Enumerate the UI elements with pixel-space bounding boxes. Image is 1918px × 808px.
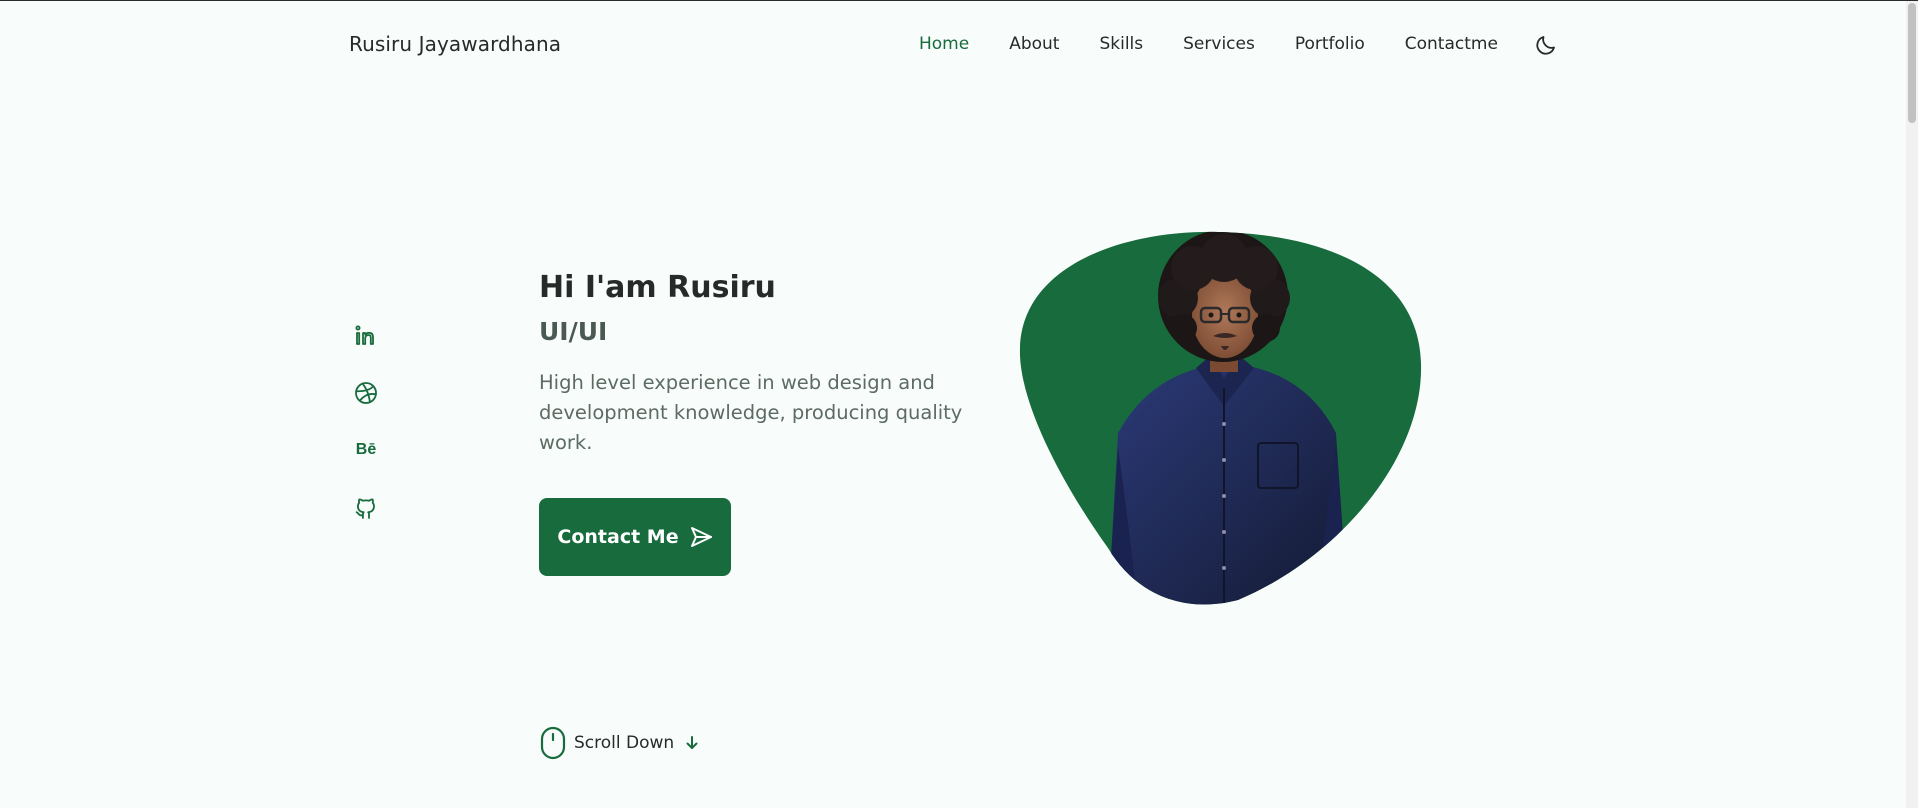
dribbble-link[interactable] [351,378,381,408]
nav-about[interactable]: About [1009,34,1059,54]
avatar-illustration [1019,231,1422,605]
nav-contactme[interactable]: Contactme [1405,34,1498,54]
site-logo[interactable]: Rusiru Jayawardhana [349,32,561,56]
top-border [0,0,1918,1]
dribbble-icon [355,382,377,404]
nav-portfolio[interactable]: Portfolio [1295,34,1365,54]
main-nav: Home About Skills Services Portfolio Con… [919,34,1518,54]
github-icon [355,498,375,519]
hero-subtitle: UI/UI [539,317,608,346]
linkedin-icon [355,325,374,345]
linkedin-link[interactable] [351,321,381,351]
hero-title: Hi I'am Rusiru [539,270,776,305]
scroll-down-label: Scroll Down [574,733,675,753]
arrow-down-icon [686,736,698,749]
github-link[interactable] [351,493,381,523]
behance-link[interactable]: Bē [351,435,381,465]
nav-skills[interactable]: Skills [1099,34,1143,54]
contact-me-button[interactable]: Contact Me [539,498,731,576]
hero-description: High level experience in web design and … [539,371,963,454]
scrollbar-thumb[interactable] [1908,3,1916,123]
theme-toggle-button[interactable] [1534,33,1558,57]
hero-avatar [1018,228,1422,606]
moon-icon [1536,36,1555,55]
nav-services[interactable]: Services [1183,34,1255,54]
scrollbar[interactable] [1906,1,1918,808]
send-icon [690,527,712,547]
behance-icon: Bē [355,441,377,458]
nav-home[interactable]: Home [919,34,969,54]
mouse-icon [540,726,566,760]
contact-me-label: Contact Me [557,526,679,548]
scroll-down-button[interactable]: Scroll Down [540,726,700,760]
